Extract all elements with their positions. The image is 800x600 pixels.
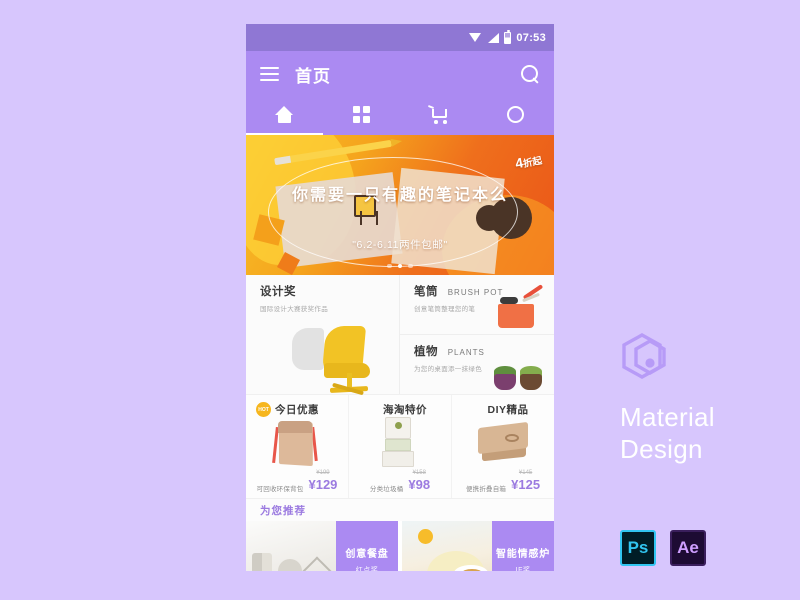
page-title: 首页 [295, 66, 331, 86]
hero-discount-badge: 4折起 [514, 151, 544, 171]
branding-block: Material Design [620, 332, 780, 465]
category-title: 植物 PLANTS [414, 343, 554, 359]
product-image [452, 417, 554, 469]
recommend-row: 创意餐盘 红点奖 智能情感炉 IF奖 [246, 521, 554, 571]
recommend-card-photo [246, 521, 336, 571]
price-current: ¥129 [308, 477, 338, 492]
price-original: ¥158 [412, 470, 426, 476]
hero-pager[interactable] [246, 263, 554, 268]
succulent-plants-illustration [494, 360, 546, 390]
price-original: ¥199 [316, 470, 330, 476]
category-title-cn: 笔筒 [414, 286, 438, 298]
tab-discover[interactable] [477, 97, 554, 135]
price-block: ¥145 ¥125 [511, 470, 540, 493]
recommend-card-label: 创意餐盘 红点奖 [336, 521, 398, 571]
category-card-design-award[interactable]: 设计奖 国际设计大赛获奖作品 [246, 275, 400, 396]
product-header: DIY精品 [462, 402, 554, 417]
signal-icon [487, 32, 500, 43]
brand-title-line1: Material [620, 402, 715, 432]
category-card-plants[interactable]: 植物 PLANTS 为您的桌面添一抹绿色 [400, 334, 554, 394]
category-card-brush-pot[interactable]: 笔筒 BRUSH POT 创意笔筒整理您的笔 [400, 275, 554, 334]
status-bar: 07:53 [246, 24, 554, 51]
product-card-diy[interactable]: DIY精品 便携折叠自箱 ¥145 ¥125 [451, 395, 554, 498]
search-icon[interactable] [521, 64, 540, 84]
price-original: ¥145 [518, 470, 533, 476]
product-name: 可回收环保背包 [256, 486, 304, 493]
hero-subline: "6.2-6.11两件包邮" [352, 239, 448, 251]
recommend-card-award: 红点奖 [355, 567, 379, 571]
wifi-icon [469, 32, 482, 43]
pager-dot-active[interactable] [397, 263, 403, 268]
sun-icon [418, 529, 433, 544]
product-title: 海淘特价 [383, 404, 427, 416]
battery-icon [504, 29, 512, 44]
phone-mockup: 07:53 首页 你需要一只有趣的笔记本么 "6.2-6.11两件包邮" 4折起… [246, 24, 554, 571]
hero-headline: 你需要一只有趣的笔记本么 [291, 187, 508, 204]
product-footer: 便携折叠自箱 ¥145 ¥125 [452, 470, 554, 493]
hot-badge: HOT [256, 402, 271, 417]
shopping-cart-icon [427, 104, 449, 124]
designer-chair-illustration [286, 320, 378, 396]
material-design-logo-icon [620, 332, 668, 384]
home-icon [275, 106, 294, 123]
recycling-bin-illustration [379, 417, 419, 469]
brush-pot-illustration [498, 284, 544, 328]
recommend-card-smart-stove[interactable]: 智能情感炉 IF奖 [402, 521, 554, 571]
product-title: DIY精品 [487, 404, 529, 416]
after-effects-badge: Ae [670, 530, 706, 566]
price-current: ¥125 [511, 477, 541, 492]
tab-bar [246, 97, 554, 135]
product-row: HOT 今日优惠 可回收环保背包 ¥199 ¥129 海淘特价 分类垃圾桶 ¥1… [246, 395, 554, 499]
category-title-en: BRUSH POT [447, 288, 504, 297]
grid-icon [353, 106, 370, 123]
hero-discount-suffix: 折起 [522, 155, 544, 170]
recommend-card-creative-plate[interactable]: 创意餐盘 红点奖 [246, 521, 398, 571]
price-block: ¥158 ¥98 [408, 470, 430, 493]
category-title: 设计奖 [260, 283, 399, 299]
product-title: 今日优惠 [275, 404, 319, 416]
hamburger-menu-icon[interactable] [260, 67, 279, 81]
brand-title: Material Design [620, 402, 780, 465]
product-image [246, 417, 348, 469]
tab-categories[interactable] [323, 97, 400, 135]
recommend-card-award: IF奖 [515, 567, 531, 571]
recommend-card-title: 创意餐盘 [345, 549, 389, 560]
product-card-today-deal[interactable]: HOT 今日优惠 可回收环保背包 ¥199 ¥129 [246, 395, 348, 498]
product-header: HOT 今日优惠 [256, 402, 348, 417]
tab-home[interactable] [246, 97, 323, 135]
category-title-en: PLANTS [447, 348, 485, 357]
folding-box-illustration [478, 421, 528, 463]
product-footer: 分类垃圾桶 ¥158 ¥98 [349, 470, 451, 493]
compass-icon [507, 106, 524, 123]
category-grid: 设计奖 国际设计大赛获奖作品 笔筒 BRUSH POT 创意笔筒整理您的笔 植物… [246, 275, 554, 396]
product-image [349, 417, 451, 469]
hero-banner[interactable]: 你需要一只有趣的笔记本么 "6.2-6.11两件包邮" 4折起 [246, 135, 554, 275]
photoshop-badge: Ps [620, 530, 656, 566]
recommend-card-photo [402, 521, 492, 571]
category-title-cn: 设计奖 [260, 286, 296, 298]
software-badges: Ps Ae [620, 530, 706, 566]
brand-title-line2: Design [620, 433, 703, 464]
product-header: 海淘特价 [359, 402, 451, 417]
paper-backpack-illustration [272, 417, 318, 469]
recommend-section-header: 为您推荐 [246, 499, 554, 521]
product-name: 便携折叠自箱 [465, 486, 507, 493]
category-desc: 国际设计大赛获奖作品 [260, 306, 328, 313]
product-name: 分类垃圾桶 [369, 486, 404, 493]
recommend-card-label: 智能情感炉 IF奖 [492, 521, 554, 571]
price-block: ¥199 ¥129 [308, 470, 337, 493]
recommend-section-title: 为您推荐 [260, 504, 306, 517]
status-bar-clock: 07:53 [516, 31, 546, 44]
pager-dot[interactable] [387, 263, 392, 268]
product-footer: 可回收环保背包 ¥199 ¥129 [246, 470, 348, 493]
recommend-card-title: 智能情感炉 [496, 549, 550, 560]
price-current: ¥98 [408, 477, 431, 492]
category-column-right: 笔筒 BRUSH POT 创意笔筒整理您的笔 植物 PLANTS 为您的桌面添一… [400, 275, 554, 394]
product-card-overseas-deal[interactable]: 海淘特价 分类垃圾桶 ¥158 ¥98 [348, 395, 451, 498]
tab-cart[interactable] [400, 97, 477, 135]
pager-dot[interactable] [408, 263, 413, 268]
category-title-cn: 植物 [414, 346, 438, 358]
app-bar: 首页 [246, 51, 554, 135]
